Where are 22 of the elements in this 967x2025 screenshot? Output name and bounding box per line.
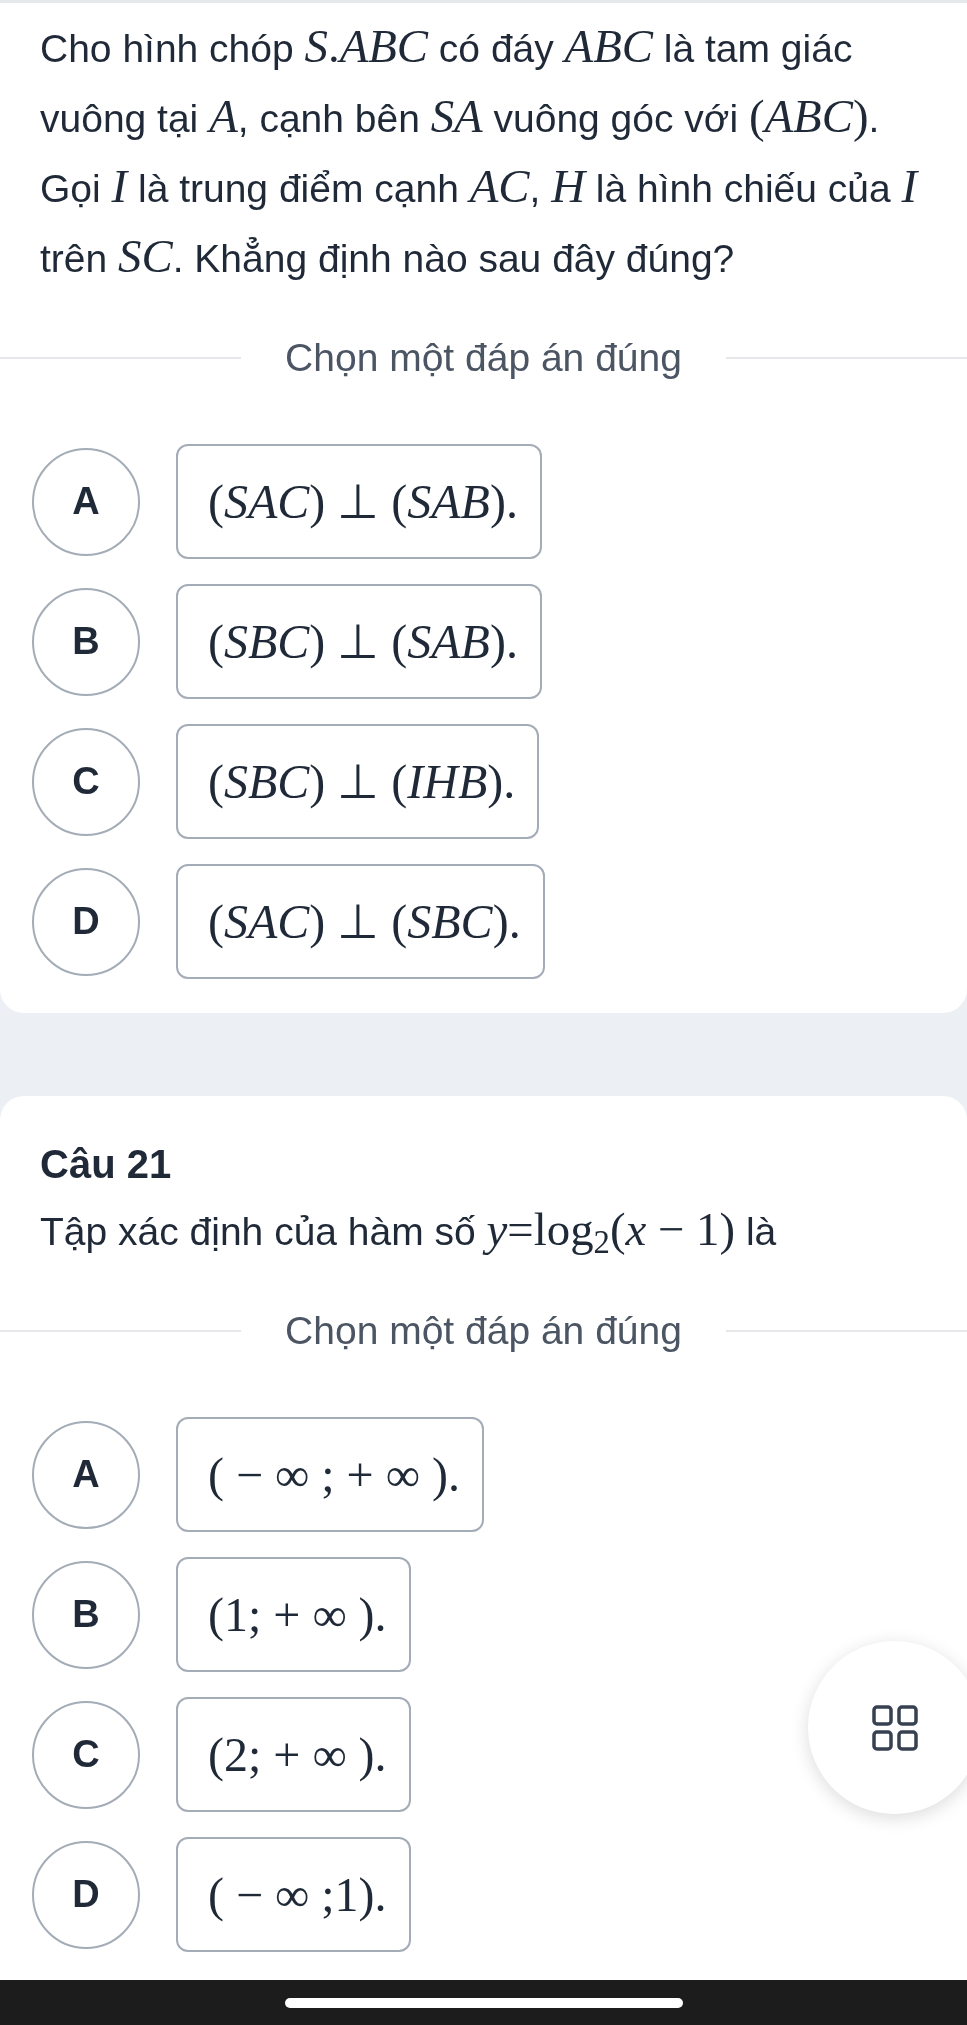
grid-icon xyxy=(871,1704,918,1751)
answer-option[interactable]: ( − ∞ ;1). xyxy=(176,1837,411,1952)
option-letter[interactable]: C xyxy=(32,727,140,836)
question-text: Cho hình chóp S.ABC có đáy ABC là tam giác vuông tại A, cạnh bên SA vuông góc với (ABC). Gọi I là trung điểm cạnh AC, H là hình chiếu của I trên SC. Khẳng định nào sau đây đúng? xyxy=(39,19,920,284)
answer-option[interactable]: (SAC) ⊥ (SBC). xyxy=(176,864,545,979)
answer-option[interactable]: ( − ∞ ; + ∞ ). xyxy=(176,1417,484,1532)
option-letter[interactable]: D xyxy=(32,1840,140,1949)
option-letter[interactable]: D xyxy=(32,867,140,976)
question-number: Câu 21 xyxy=(39,1141,173,1188)
answer-prompt: Chọn một đáp án đúng xyxy=(284,334,683,381)
answer-option[interactable]: (1; + ∞ ). xyxy=(176,1557,411,1672)
answer-option[interactable]: (2; + ∞ ). xyxy=(176,1697,411,1812)
answer-option[interactable]: (SBC) ⊥ (IHB). xyxy=(176,724,540,839)
option-letter[interactable]: C xyxy=(32,1700,140,1809)
answer-option[interactable]: (SAC) ⊥ (SAB). xyxy=(176,444,542,559)
question-text: Tập xác định của hàm số y=log$_{2}$(x − 1) là xyxy=(39,1202,778,1263)
option-letter[interactable]: B xyxy=(32,1560,140,1669)
answer-prompt: Chọn một đáp án đúng xyxy=(284,1307,683,1354)
answer-option[interactable]: (SBC) ⊥ (SAB). xyxy=(176,584,542,699)
option-letter[interactable]: A xyxy=(32,447,140,556)
option-letter[interactable]: A xyxy=(32,1420,140,1529)
option-letter[interactable]: B xyxy=(32,587,140,696)
